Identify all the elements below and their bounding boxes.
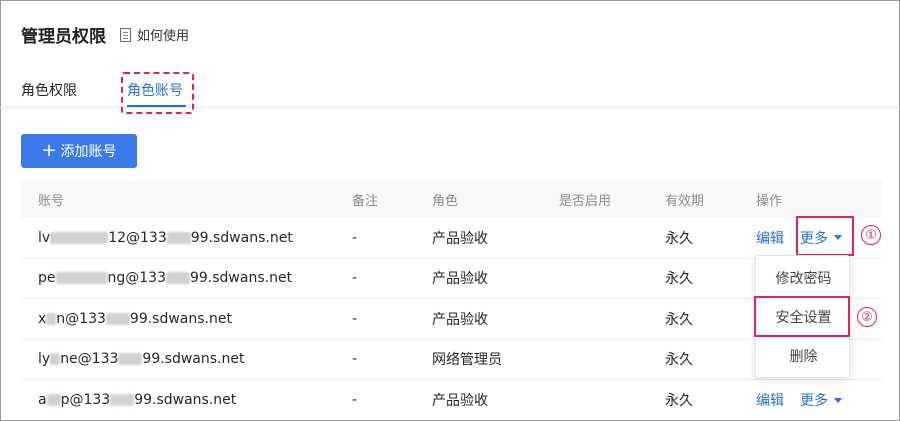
role-cell: 产品验收 xyxy=(432,230,488,247)
account-cell: x n@133 99.sdwans.net xyxy=(38,310,232,327)
step-badge-2: ② xyxy=(857,307,877,327)
page-title: 管理员权限 xyxy=(21,27,106,47)
expiry-cell: 永久 xyxy=(665,271,693,288)
table-row: x n@133 99.sdwans.net - 产品验收 永久 xyxy=(21,299,882,340)
table-row: pe ng@133 99.sdwans.net - 产品验收 永久 xyxy=(21,259,882,299)
expiry-cell: 永久 xyxy=(665,393,693,410)
table-row: ly ne@133 99.sdwans.net - 网络管理员 永久 xyxy=(21,340,882,380)
actions-cell: 编辑 更多 xyxy=(756,390,882,410)
tab-role-accounts[interactable]: 角色账号 xyxy=(127,80,183,100)
accounts-table: 账号 备注 角色 是否启用 有效期 操作 lv 12@133 99.sdwans.n… xyxy=(21,181,882,421)
role-cell: 产品验收 xyxy=(432,393,488,410)
note-cell: - xyxy=(352,351,358,368)
role-cell: 产品验收 xyxy=(432,311,488,328)
note-cell: - xyxy=(352,270,358,287)
document-icon xyxy=(120,27,131,42)
tab-bar: 角色权限 角色账号 xyxy=(0,70,900,108)
add-account-label: 添加账号 xyxy=(60,144,117,160)
role-cell: 网络管理员 xyxy=(432,352,502,369)
role-cell: 产品验收 xyxy=(432,271,488,288)
edit-link[interactable]: 编辑 xyxy=(756,228,784,248)
column-header-role: 角色 xyxy=(432,194,459,209)
account-cell: a p@133 99.sdwans.net xyxy=(38,392,237,409)
expiry-cell: 永久 xyxy=(665,311,693,328)
table-row: a p@133 99.sdwans.net - 产品验收 永久 编辑 更多 xyxy=(21,380,882,421)
note-cell: - xyxy=(352,392,358,409)
security-settings-highlight-box xyxy=(754,296,850,337)
help-label: 如何使用 xyxy=(137,29,190,44)
caret-down-icon xyxy=(834,397,842,403)
account-cell: ly ne@133 99.sdwans.net xyxy=(38,351,245,368)
more-highlight-box xyxy=(796,216,854,256)
plus-icon: + xyxy=(41,140,57,161)
step-badge-1: ① xyxy=(861,225,881,245)
tab-role-permissions[interactable]: 角色权限 xyxy=(21,80,77,100)
table-header: 账号 备注 角色 是否启用 有效期 操作 xyxy=(21,181,882,218)
menu-item-change-password[interactable]: 修改密码 xyxy=(756,259,851,297)
account-cell: pe ng@133 99.sdwans.net xyxy=(38,270,293,287)
expiry-cell: 永久 xyxy=(665,352,693,369)
edit-link[interactable]: 编辑 xyxy=(756,390,784,410)
table-row: lv 12@133 99.sdwans.net - 产品验收 永久 编辑 更多 xyxy=(21,218,882,259)
active-tab-indicator xyxy=(127,105,186,107)
help-link[interactable]: 如何使用 xyxy=(120,25,189,44)
more-menu-trigger[interactable]: 更多 xyxy=(800,390,842,410)
column-header-expiry: 有效期 xyxy=(665,194,705,209)
note-cell: - xyxy=(352,229,358,246)
note-cell: - xyxy=(352,310,358,327)
add-account-button[interactable]: + 添加账号 xyxy=(21,134,137,168)
account-cell: lv 12@133 99.sdwans.net xyxy=(38,229,293,246)
column-header-enabled: 是否启用 xyxy=(559,194,612,209)
column-header-account: 账号 xyxy=(38,194,65,209)
column-header-actions: 操作 xyxy=(756,194,783,209)
column-header-note: 备注 xyxy=(352,194,379,209)
page-header: 管理员权限 如何使用 xyxy=(21,22,189,47)
menu-item-delete[interactable]: 删除 xyxy=(756,337,851,375)
expiry-cell: 永久 xyxy=(665,230,693,247)
